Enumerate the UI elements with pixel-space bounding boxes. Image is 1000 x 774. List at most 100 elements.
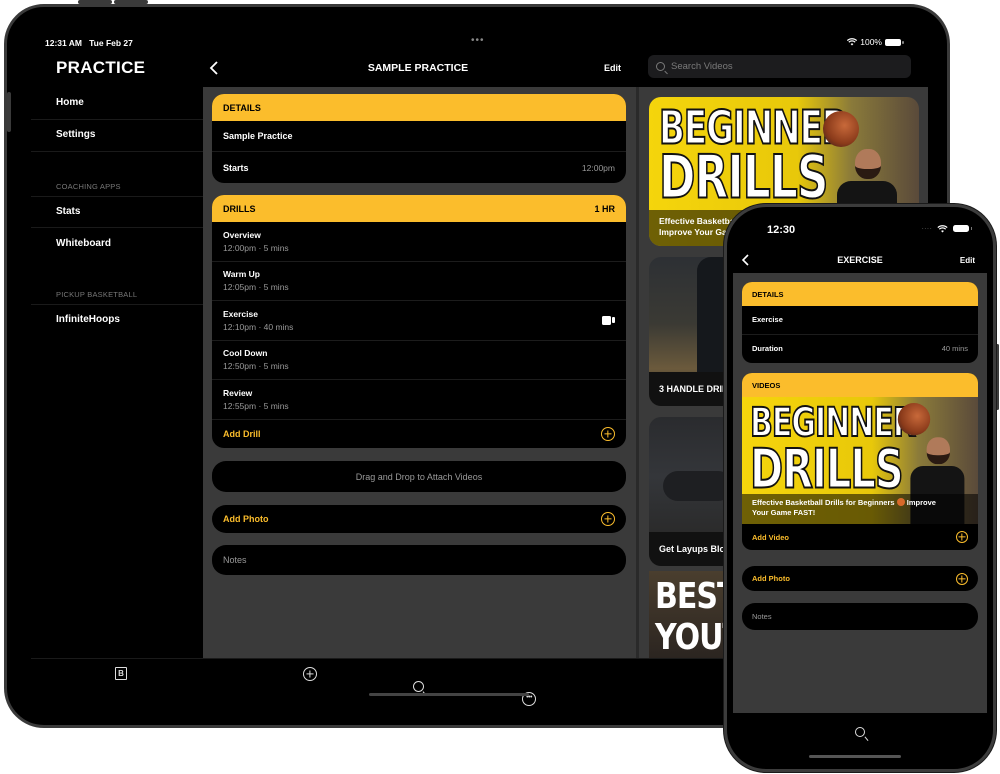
nav-bar: EXERCISE Edit [727,250,993,272]
drills-header-label: DRILLS [223,203,256,214]
status-clock: 12:30 [767,224,796,236]
add-photo-label: Add Photo [223,514,269,524]
drill-time: 12:50pm · 5 mins [223,361,289,372]
edit-button[interactable]: Edit [604,63,621,73]
add-video-button[interactable]: Add Video [742,524,978,550]
video-camera-icon [602,315,615,325]
drill-row-exercise[interactable]: Exercise 12:10pm · 40 mins [212,301,626,341]
starts-label: Starts [223,162,249,173]
wifi-icon [847,38,858,46]
thumbnail-title: BEGINNER DRILLS [658,104,849,213]
exercise-name: Exercise [752,315,783,325]
basketball-image [897,403,931,436]
notes-field[interactable]: Notes [742,603,978,630]
drill-time: 12:55pm · 5 mins [223,400,289,411]
attached-video[interactable]: BEGINNER DRILLS Effective Basketball Dri… [742,397,978,524]
drill-name: Review [223,387,253,398]
ipad-side-button [7,92,11,132]
sidebar-item-whiteboard[interactable]: Whiteboard [31,229,203,261]
video-drop-zone[interactable]: Drag and Drop to Attach Videos [212,461,626,492]
exercise-name-row[interactable]: Exercise [742,306,978,335]
battery-icon [885,38,904,46]
page-title: EXERCISE [837,255,883,265]
drill-row-overview[interactable]: Overview 12:00pm · 5 mins [212,222,626,262]
status-right: ···· [921,224,972,233]
search-icon [656,62,665,71]
battery-icon [953,225,972,232]
sidebar-section-coaching-apps: COACHING APPS [56,182,121,191]
duration-value: 40 mins [941,344,968,354]
drill-time: 12:10pm · 40 mins [223,321,294,332]
add-circle-icon [601,512,615,526]
starts-value: 12:00pm [581,162,615,173]
basketball-image [823,111,859,147]
drills-total-duration: 1 HR [594,203,615,214]
book-icon[interactable]: B [115,667,127,680]
add-circle-icon [956,531,968,543]
status-time: 12:31 AM Tue Feb 27 [45,38,133,48]
page-title: SAMPLE PRACTICE [367,62,469,74]
details-card-header: DETAILS [742,282,978,306]
sidebar-section-pickup-basketball: PICKUP BASKETBALL [56,290,138,299]
search-videos-input[interactable]: Search Videos [648,55,911,78]
status-clock: 12:31 AM [45,38,83,48]
edit-button[interactable]: Edit [960,256,975,265]
add-photo-label: Add Photo [752,574,790,583]
sidebar: PRACTICE Home Settings COACHING APPS Sta… [31,52,203,658]
search-icon[interactable] [855,727,865,737]
add-video-label: Add Video [752,532,789,542]
caption-line: Effective Basketball Drills for Beginner… [752,498,895,507]
thumbnail-line: DRILLS [658,143,829,213]
status-right: 100% [847,37,904,47]
add-drill-button[interactable]: Add Drill [212,420,626,448]
add-circle-icon[interactable] [303,667,317,681]
drill-name: Cool Down [223,348,268,359]
add-circle-icon [956,572,968,585]
duration-row[interactable]: Duration 40 mins [742,335,978,364]
add-photo-button[interactable]: Add Photo [212,505,626,533]
sidebar-item-infinitehoops[interactable]: InfiniteHoops [31,304,203,336]
add-circle-icon [601,426,615,441]
home-indicator [809,755,901,758]
drill-row-review[interactable]: Review 12:55pm · 5 mins [212,380,626,420]
details-card: DETAILS Sample Practice Starts 12:00pm [212,94,626,183]
details-header-label: DETAILS [223,102,261,113]
videos-card: VIDEOS BEGINNER DRILLS Effective Basketb… [742,373,978,550]
players-silhouette [663,471,733,501]
practice-detail-panel: DETAILS Sample Practice Starts 12:00pm D… [203,87,636,658]
bottom-tab-bar [727,713,993,769]
basketball-emoji-icon [896,498,905,506]
caption-tail: Improve [906,498,936,507]
wifi-icon [937,224,948,232]
video-caption: Effective Basketball Drills for Beginner… [742,494,978,524]
app-title: PRACTICE [56,58,146,77]
notes-field[interactable]: Notes [212,545,626,575]
sidebar-item-home[interactable]: Home [31,88,203,120]
add-photo-button[interactable]: Add Photo [742,566,978,591]
drills-card-header: DRILLS 1 HR [212,195,626,222]
caption-line: Your Game FAST! [752,508,816,517]
details-card: DETAILS Exercise Duration 40 mins [742,282,978,363]
details-card-header: DETAILS [212,94,626,121]
nav-bar: SAMPLE PRACTICE Edit [203,52,633,87]
starts-row[interactable]: Starts 12:00pm [212,152,626,183]
search-icon[interactable] [413,681,424,692]
practice-name-row[interactable]: Sample Practice [212,121,626,152]
iphone-side-button [996,344,999,410]
signal-dots-icon: ···· [921,224,932,233]
drill-row-cool-down[interactable]: Cool Down 12:50pm · 5 mins [212,341,626,380]
sidebar-item-settings[interactable]: Settings [31,120,203,152]
drills-card: DRILLS 1 HR Overview 12:00pm · 5 mins War… [212,195,626,448]
drill-time: 12:00pm · 5 mins [223,242,289,253]
multitask-dots-icon[interactable]: ••• [471,35,485,46]
practice-name: Sample Practice [223,131,293,141]
sidebar-item-stats[interactable]: Stats [31,196,203,228]
drill-name: Overview [223,229,261,240]
player-head [855,149,881,179]
battery-percent: 100% [860,37,882,47]
drill-name: Exercise [223,308,258,319]
drill-row-warm-up[interactable]: Warm Up 12:05pm · 5 mins [212,262,626,301]
thumbnail-line: DRILLS [749,438,904,501]
drill-time: 12:05pm · 5 mins [223,282,289,293]
search-placeholder: Search Videos [671,61,733,72]
